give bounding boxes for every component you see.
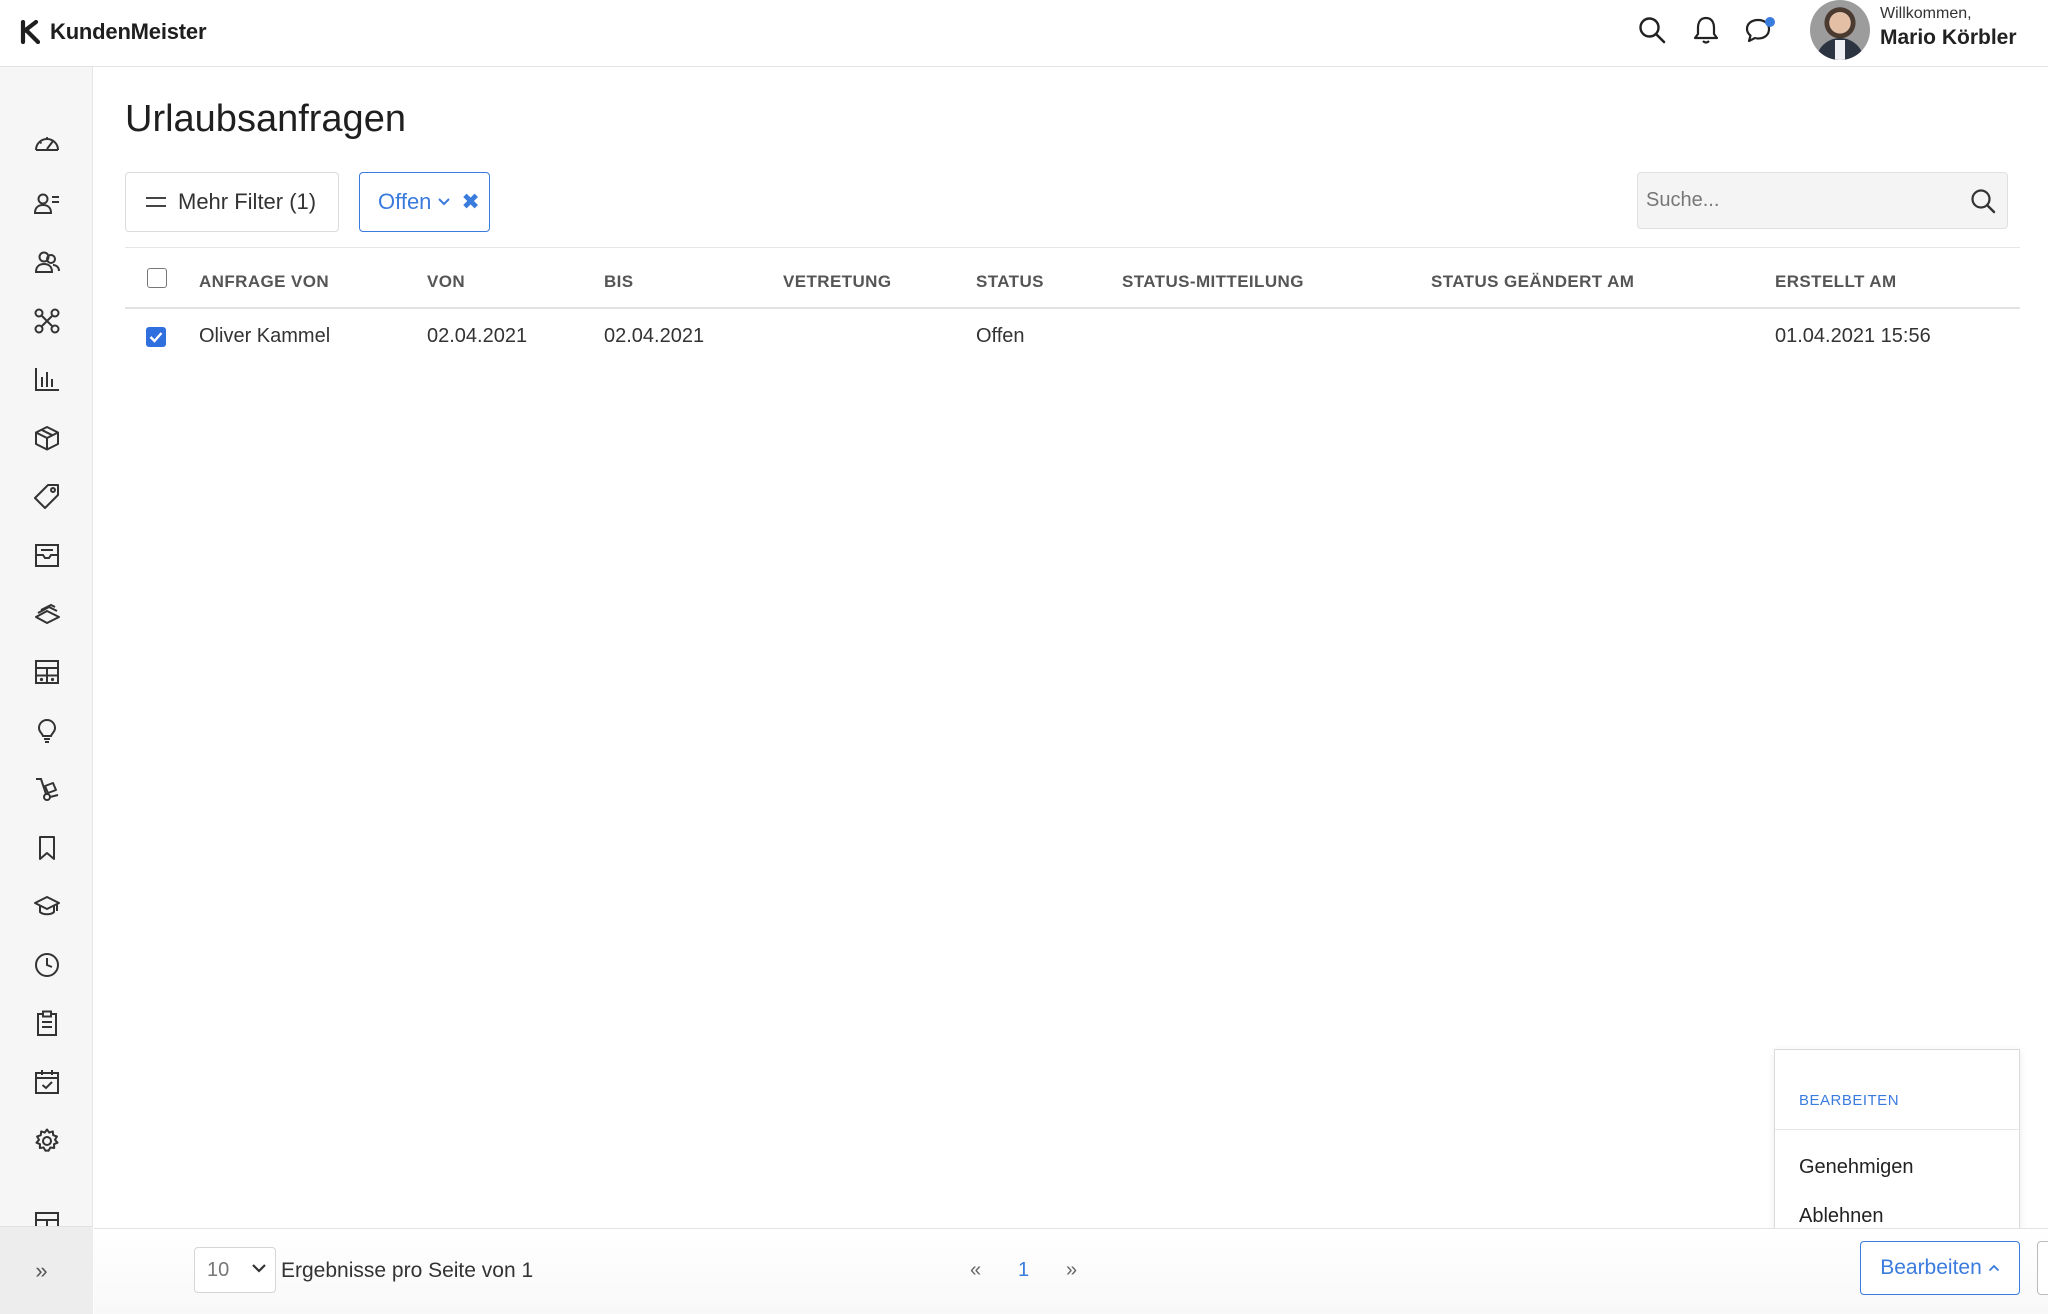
column-header-status[interactable]: STATUS xyxy=(976,272,1044,292)
table-header: ANFRAGE VON VON BIS VETRETUNG STATUS STA… xyxy=(125,247,2020,309)
dashboard-icon[interactable] xyxy=(30,128,64,162)
select-all-checkbox[interactable] xyxy=(147,268,167,288)
time-icon[interactable] xyxy=(30,948,64,982)
notifications-bell-icon[interactable] xyxy=(1690,14,1722,46)
chevron-up-icon xyxy=(1988,1264,2000,1272)
app-name: KundenMeister xyxy=(50,19,207,44)
table-footer: 10 Ergebnisse pro Seite von 1 « 1 » Bear… xyxy=(94,1228,2048,1314)
table-row[interactable]: Oliver Kammel 02.04.2021 02.04.2021 Offe… xyxy=(125,309,2020,365)
column-header-status-geaendert-am[interactable]: STATUS GEÄNDERT AM xyxy=(1431,272,1634,292)
messages-icon[interactable] xyxy=(1744,14,1776,46)
checkmark-icon xyxy=(149,332,163,343)
cell-bis: 02.04.2021 xyxy=(604,325,705,347)
delivery-icon[interactable] xyxy=(30,772,64,806)
groups-icon[interactable] xyxy=(30,245,64,279)
menu-item-reject[interactable]: Ablehnen xyxy=(1799,1205,1884,1228)
ideas-icon[interactable] xyxy=(30,714,64,748)
edit-actions-menu: BEARBEITEN Genehmigen Ablehnen xyxy=(1774,1049,2021,1239)
pagination-next[interactable]: » xyxy=(1066,1259,1077,1282)
page-title: Urlaubsanfragen xyxy=(125,98,406,140)
search-icon[interactable] xyxy=(1969,187,1997,215)
cell-anfrage-von: Oliver Kammel xyxy=(199,325,331,347)
contacts-icon[interactable] xyxy=(30,187,64,221)
column-header-von[interactable]: VON xyxy=(427,272,465,292)
bookmark-icon[interactable] xyxy=(30,831,64,865)
pagination-prev[interactable]: « xyxy=(970,1259,981,1282)
cell-status: Offen xyxy=(976,325,1025,347)
page-size-value: 10 xyxy=(207,1258,230,1281)
calculator-icon[interactable] xyxy=(30,655,64,689)
more-filters-label: Mehr Filter (1) xyxy=(178,189,317,214)
network-icon[interactable] xyxy=(30,304,64,338)
user-greeting[interactable]: Willkommen, Mario Körbler xyxy=(1880,5,2017,50)
menu-lines-icon xyxy=(146,197,166,207)
welcome-label: Willkommen, xyxy=(1880,5,1972,22)
inbox-icon[interactable] xyxy=(30,538,64,572)
sidebar: » xyxy=(0,67,93,1314)
edit-button-label: Bearbeiten xyxy=(1880,1256,1982,1279)
top-bar: KundenMeister Willkommen, Mario Körbler xyxy=(0,0,2048,67)
column-header-bis[interactable]: BIS xyxy=(604,272,634,292)
training-icon[interactable] xyxy=(30,889,64,923)
cell-erstellt-am: 01.04.2021 15:56 xyxy=(1775,325,1931,347)
search-input[interactable] xyxy=(1638,173,1958,228)
edit-button[interactable]: Bearbeiten xyxy=(1860,1241,2020,1295)
products-icon[interactable] xyxy=(30,421,64,455)
app-logo[interactable]: KundenMeister xyxy=(20,18,207,46)
chevron-down-icon xyxy=(252,1264,266,1273)
results-per-page-label: Ergebnisse pro Seite von 1 xyxy=(281,1259,534,1282)
secondary-action-button[interactable] xyxy=(2037,1241,2048,1295)
user-avatar[interactable] xyxy=(1810,0,1870,60)
logo-icon xyxy=(20,20,41,44)
status-filter-label: Offen xyxy=(378,189,432,214)
sidebar-footer: » xyxy=(0,1226,93,1314)
menu-divider xyxy=(1775,1129,2021,1130)
column-header-erstellt-am[interactable]: ERSTELLT AM xyxy=(1775,272,1897,292)
remove-filter-icon[interactable]: ✖ xyxy=(461,189,479,215)
expand-sidebar-button[interactable]: » xyxy=(35,1258,47,1284)
search-icon[interactable] xyxy=(1636,14,1668,46)
cell-von: 02.04.2021 xyxy=(427,325,528,347)
chevron-down-icon[interactable] xyxy=(437,197,451,207)
leave-requests-table: ANFRAGE VON VON BIS VETRETUNG STATUS STA… xyxy=(125,247,2020,365)
search-box xyxy=(1637,172,2008,229)
more-filters-button[interactable]: Mehr Filter (1) xyxy=(125,172,339,232)
stack-icon[interactable] xyxy=(30,597,64,631)
statistics-icon[interactable] xyxy=(30,362,64,396)
column-header-vetretung[interactable]: VETRETUNG xyxy=(783,272,891,292)
clipboard-icon[interactable] xyxy=(30,1006,64,1040)
menu-item-approve[interactable]: Genehmigen xyxy=(1799,1156,1914,1179)
page-size-select[interactable]: 10 xyxy=(194,1247,276,1293)
settings-icon[interactable] xyxy=(30,1124,64,1158)
tags-icon[interactable] xyxy=(30,479,64,513)
pagination-page-current[interactable]: 1 xyxy=(1018,1259,1029,1282)
user-name: Mario Körbler xyxy=(1880,26,2017,49)
column-header-anfrage-von[interactable]: ANFRAGE VON xyxy=(199,272,329,292)
calendar-icon[interactable] xyxy=(30,1065,64,1099)
menu-header: BEARBEITEN xyxy=(1799,1092,1900,1109)
status-filter-chip[interactable]: Offen ✖ xyxy=(359,172,490,232)
row-checkbox[interactable] xyxy=(146,327,166,347)
column-header-status-mitteilung[interactable]: STATUS-MITTEILUNG xyxy=(1122,272,1304,292)
